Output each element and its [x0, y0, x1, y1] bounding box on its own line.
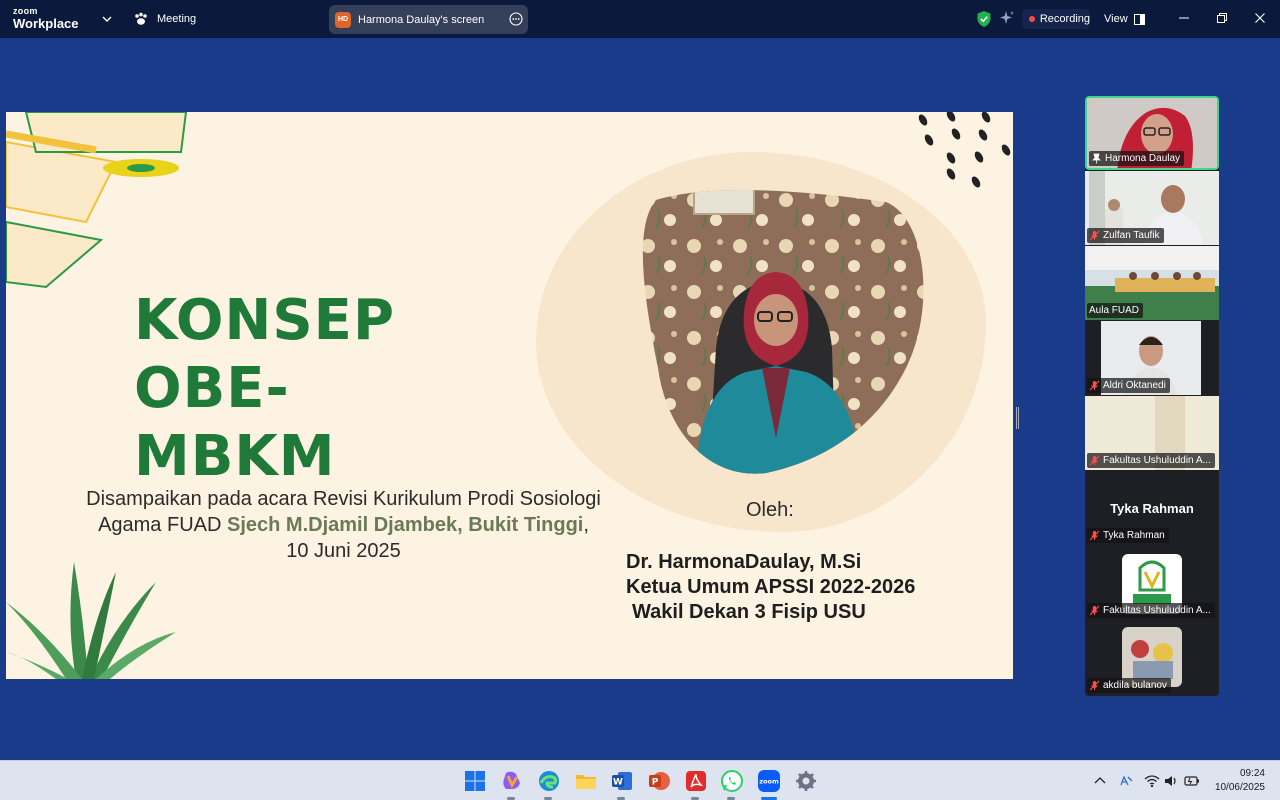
brand-small: zoom [13, 6, 38, 16]
participants-video-panel: Harmona Daulay Zulfan Taufik Aula FUAD A… [1085, 96, 1219, 696]
chevron-up-icon[interactable] [1092, 773, 1108, 789]
participant-name: Zulfan Taufik [1103, 230, 1160, 241]
participant-name: Tyka Rahman [1103, 530, 1165, 541]
acrobat-icon[interactable] [684, 769, 708, 793]
slide-author-block: Dr. HarmonaDaulay, M.Si Ketua Umum APSSI… [626, 550, 1006, 625]
meeting-label: Meeting [157, 13, 197, 25]
participant-name-tag: Zulfan Taufik [1087, 228, 1164, 243]
windows-taskbar: W P zoom 09:24 10/06/2025 [0, 760, 1280, 800]
mic-muted-icon [1089, 530, 1100, 541]
svg-text:W: W [613, 778, 623, 788]
word-icon[interactable]: W [610, 769, 634, 793]
mic-muted-icon [1089, 230, 1100, 241]
recording-label: Recording [1039, 13, 1090, 25]
agave-plant-decoration [6, 562, 176, 679]
recording-dot [1029, 16, 1035, 22]
wifi-icon[interactable] [1144, 773, 1160, 789]
participant-name: Harmona Daulay [1105, 153, 1181, 164]
brand-large: Workplace [13, 16, 79, 31]
subtitle-line2-prefix: Agama FUAD [98, 514, 227, 536]
whatsapp-icon[interactable] [720, 769, 744, 793]
slide-subtitle: Disampaikan pada acara Revisi Kurikulum … [66, 486, 621, 564]
paw-icon [135, 12, 147, 25]
restore-icon[interactable] [1214, 10, 1230, 26]
participant-tile[interactable]: Harmona Daulay [1085, 96, 1219, 170]
participant-name-tag: Harmona Daulay [1089, 151, 1185, 166]
subtitle-line2: Agama FUAD Sjech M.Djamil Djambek, Bukit… [66, 512, 621, 538]
screen-share-label: Harmona Daulay's screen [358, 13, 485, 26]
participant-tile[interactable]: Zulfan Taufik [1085, 171, 1219, 245]
screen-share-indicator[interactable]: HD Harmona Daulay's screen [329, 5, 528, 34]
participant-tile[interactable]: akdila bulanov [1085, 621, 1219, 695]
participant-tile[interactable]: Tyka Rahman Tyka Rahman [1085, 471, 1219, 545]
mic-muted-icon [1089, 380, 1100, 391]
svg-text:P: P [652, 778, 659, 788]
svg-text:zoom: zoom [759, 778, 779, 786]
author-name: Dr. HarmonaDaulay, M.Si [626, 551, 862, 573]
clock-time: 09:24 [1239, 768, 1265, 779]
participant-name-tag: Fakultas Ushuluddin A... [1087, 453, 1215, 468]
participant-tile[interactable]: Aldri Oktanedi [1085, 321, 1219, 395]
participant-tile[interactable]: Aula FUAD [1085, 246, 1219, 320]
participant-name: Aldri Oktanedi [1103, 380, 1166, 391]
subtitle-line1: Disampaikan pada acara Revisi Kurikulum … [86, 488, 601, 510]
mic-muted-icon [1089, 680, 1100, 691]
view-menu-button[interactable]: View [1104, 9, 1145, 29]
papers-decoration [6, 112, 188, 289]
participant-name: Fakultas Ushuluddin A... [1103, 605, 1211, 616]
subtitle-line2-suffix: , [583, 514, 589, 536]
participant-name: Fakultas Ushuluddin A... [1103, 455, 1211, 466]
copilot-icon[interactable] [500, 769, 524, 793]
chevron-down-icon[interactable] [100, 12, 114, 26]
panel-resize-handle[interactable] [1016, 407, 1019, 429]
participant-name-tag: Fakultas Ushuluddin A... [1087, 603, 1215, 618]
mic-muted-icon [1089, 455, 1100, 466]
mic-muted-icon [1089, 605, 1100, 616]
participant-tile[interactable]: Fakultas Ushuluddin A... [1085, 546, 1219, 620]
presenter-avatar: HD [335, 11, 351, 28]
subtitle-date: 10 Juni 2025 [286, 540, 401, 562]
minimize-icon[interactable] [1176, 10, 1192, 26]
participant-name-tag: Aula FUAD [1087, 303, 1144, 318]
participant-name-tag: Tyka Rahman [1087, 528, 1169, 543]
zoom-workplace-logo[interactable]: zoom Workplace [13, 6, 79, 31]
author-role-1: Ketua Umum APSSI 2022-2026 [626, 576, 916, 598]
zoom-title-bar: zoom Workplace Meeting HD Harmona Daulay… [0, 0, 1280, 38]
author-role-2: Wakil Dekan 3 Fisip USU [632, 601, 866, 623]
recording-indicator[interactable]: Recording [1022, 9, 1090, 29]
pin-icon [1092, 153, 1101, 164]
participant-display-name: Tyka Rahman [1110, 501, 1194, 516]
volume-icon[interactable] [1163, 773, 1179, 789]
subtitle-venue: Sjech M.Djamil Djambek, Bukit Tinggi [227, 514, 584, 536]
more-options-icon[interactable] [509, 12, 523, 26]
settings-icon[interactable] [794, 769, 818, 793]
powerpoint-icon[interactable]: P [647, 769, 671, 793]
participant-name-tag: Aldri Oktanedi [1087, 378, 1170, 393]
shared-screen-slide: KONSEP OBE- MBKM Disampaikan pada acara … [6, 112, 1013, 679]
ai-companion-icon[interactable] [999, 10, 1015, 26]
dots-decoration [918, 112, 1011, 188]
slide-title: KONSEP OBE- MBKM [134, 287, 534, 491]
close-icon[interactable] [1252, 10, 1268, 26]
slide-oleh: Oleh: [746, 499, 794, 521]
participant-name: Aula FUAD [1089, 305, 1140, 316]
participant-name: akdila bulanov [1103, 680, 1167, 691]
windows-start-icon[interactable] [463, 769, 487, 793]
system-clock[interactable]: 09:24 10/06/2025 [1205, 767, 1265, 795]
zoom-icon[interactable]: zoom [757, 769, 781, 793]
participant-tile[interactable]: Fakultas Ushuluddin A... [1085, 396, 1219, 470]
speaker-photo [642, 190, 924, 474]
encryption-shield-icon[interactable] [976, 10, 992, 28]
edge-icon[interactable] [537, 769, 561, 793]
clock-date: 10/06/2025 [1214, 782, 1265, 793]
slide-title-line2: MBKM [134, 424, 336, 489]
battery-icon[interactable] [1184, 773, 1200, 789]
slide-title-line1: KONSEP OBE- [134, 288, 395, 421]
file-explorer-icon[interactable] [574, 769, 598, 793]
network-icon[interactable] [1118, 773, 1134, 789]
grid-view-icon [1133, 13, 1145, 25]
meeting-menu-button[interactable]: Meeting [133, 9, 196, 29]
view-label: View [1104, 13, 1128, 25]
participant-name-tag: akdila bulanov [1087, 678, 1171, 693]
